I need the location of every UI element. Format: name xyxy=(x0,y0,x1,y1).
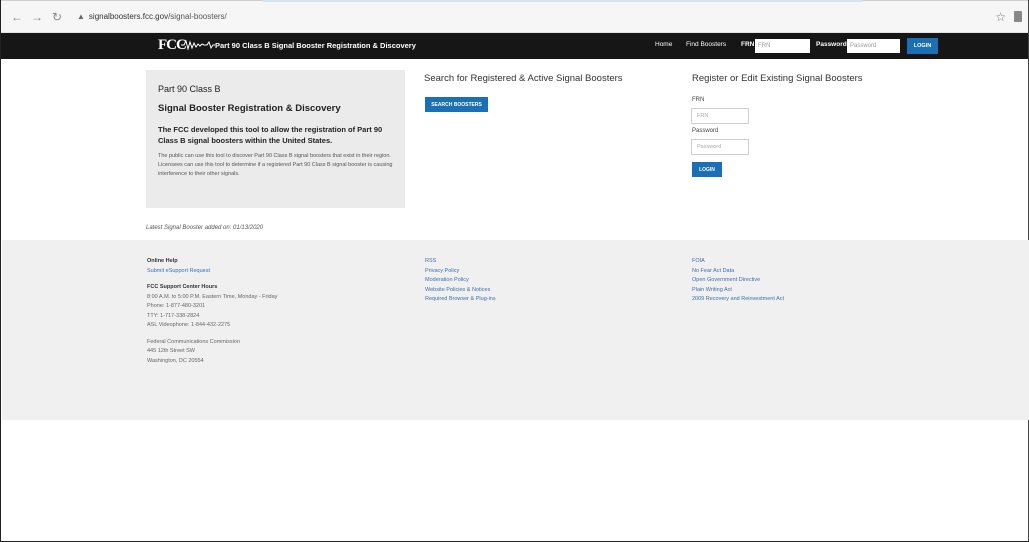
intro-heading-1: Part 90 Class B xyxy=(158,84,221,94)
footer-recovery-link[interactable]: 2009 Recovery and Reinvestment Act xyxy=(692,295,912,305)
header-frn-label: FRN xyxy=(741,41,755,48)
header-password-label: Password xyxy=(816,41,847,48)
register-section-title: Register or Edit Existing Signal Booster… xyxy=(692,73,863,84)
footer-opengov-link[interactable]: Open Government Directive xyxy=(692,276,912,286)
register-login-button[interactable]: LOGIN xyxy=(692,162,722,177)
footer-plainwriting-link[interactable]: Plain Writing Act xyxy=(692,286,912,296)
footer-hours: 8:00 A.M. to 5:00 P.M. Eastern Time, Mon… xyxy=(147,293,278,300)
intro-heading-2: Signal Booster Registration & Discovery xyxy=(158,103,341,114)
search-section-title: Search for Registered & Active Signal Bo… xyxy=(424,73,623,84)
bookmark-star-icon[interactable]: ☆ xyxy=(995,10,1006,24)
footer-online-help-title: Online Help xyxy=(147,258,178,264)
footer-policy-column: RSS Privacy Policy Moderation Policy Web… xyxy=(425,257,625,305)
intro-lead: The FCC developed this tool to allow the… xyxy=(158,125,383,145)
footer-privacy-link[interactable]: Privacy Policy xyxy=(425,267,625,277)
lock-icon: ▲ xyxy=(77,12,85,21)
url-path: /signal-boosters/ xyxy=(168,12,227,21)
search-boosters-button[interactable]: SEARCH BOOSTERS xyxy=(425,97,488,112)
footer-browser-link[interactable]: Required Browser & Plug-ins xyxy=(425,295,625,305)
footer-support-column: Online Help Submit eSupport Request FCC … xyxy=(147,257,397,366)
register-frn-label: FRN xyxy=(692,97,705,103)
footer-street: 445 12th Street SW xyxy=(147,348,195,354)
footer-org: Federal Communications Commission xyxy=(147,338,240,345)
address-bar[interactable]: signalboosters.fcc.gov/signal-boosters/ xyxy=(89,12,227,21)
site-header: FCC Part 90 Class B Signal Booster Regis… xyxy=(1,33,1028,59)
header-login-button[interactable]: LOGIN xyxy=(907,38,938,54)
intro-panel: Part 90 Class B Signal Booster Registrat… xyxy=(146,70,405,208)
footer-city: Washington, DC 20554 xyxy=(147,357,204,364)
reload-icon[interactable]: ↻ xyxy=(49,9,65,25)
register-password-input[interactable]: Password xyxy=(691,139,749,155)
back-icon[interactable]: ← xyxy=(9,9,25,25)
footer-esupport-link[interactable]: Submit eSupport Request xyxy=(147,267,397,277)
nav-find-boosters[interactable]: Find Boosters xyxy=(686,41,726,48)
tab-strip-edge xyxy=(263,0,863,2)
footer-phone: Phone: 1-877-480-3201 xyxy=(147,303,206,309)
footer-hours-title: FCC Support Center Hours xyxy=(147,284,218,290)
register-password-label: Password xyxy=(692,128,719,134)
register-frn-input[interactable]: FRN xyxy=(691,108,749,124)
intro-body: The public can use this tool to discover… xyxy=(158,153,393,177)
url-host: signalboosters.fcc.gov xyxy=(88,12,169,21)
footer-gov-column: FOIA No Fear Act Data Open Government Di… xyxy=(692,257,912,305)
signal-wave-icon xyxy=(181,39,215,51)
page: ← → ↻ ▲ signalboosters.fcc.gov/signal-bo… xyxy=(0,0,1029,542)
header-password-input[interactable]: Password xyxy=(847,39,900,53)
footer-foia-link[interactable]: FOIA xyxy=(692,257,912,267)
browser-toolbar: ← → ↻ ▲ signalboosters.fcc.gov/signal-bo… xyxy=(1,0,1028,33)
forward-icon[interactable]: → xyxy=(29,9,45,25)
latest-booster-date: Latest Signal Booster added on: 01/13/20… xyxy=(146,225,264,231)
footer-moderation-link[interactable]: Moderation Policy xyxy=(425,276,625,286)
site-footer: Online Help Submit eSupport Request FCC … xyxy=(2,240,1029,420)
footer-asl: ASL Videophone: 1-844-432-2275 xyxy=(147,322,231,328)
footer-tty: TTY: 1-717-338-2824 xyxy=(147,312,200,319)
header-frn-input[interactable]: FRN xyxy=(755,39,810,53)
footer-nofear-link[interactable]: No Fear Act Data xyxy=(692,267,912,277)
nav-home[interactable]: Home xyxy=(655,41,672,48)
footer-rss-link[interactable]: RSS xyxy=(425,257,625,267)
site-title[interactable]: Part 90 Class B Signal Booster Registrat… xyxy=(215,41,416,50)
footer-website-policies-link[interactable]: Website Policies & Notices xyxy=(425,286,625,296)
extension-icon[interactable] xyxy=(1014,11,1022,22)
